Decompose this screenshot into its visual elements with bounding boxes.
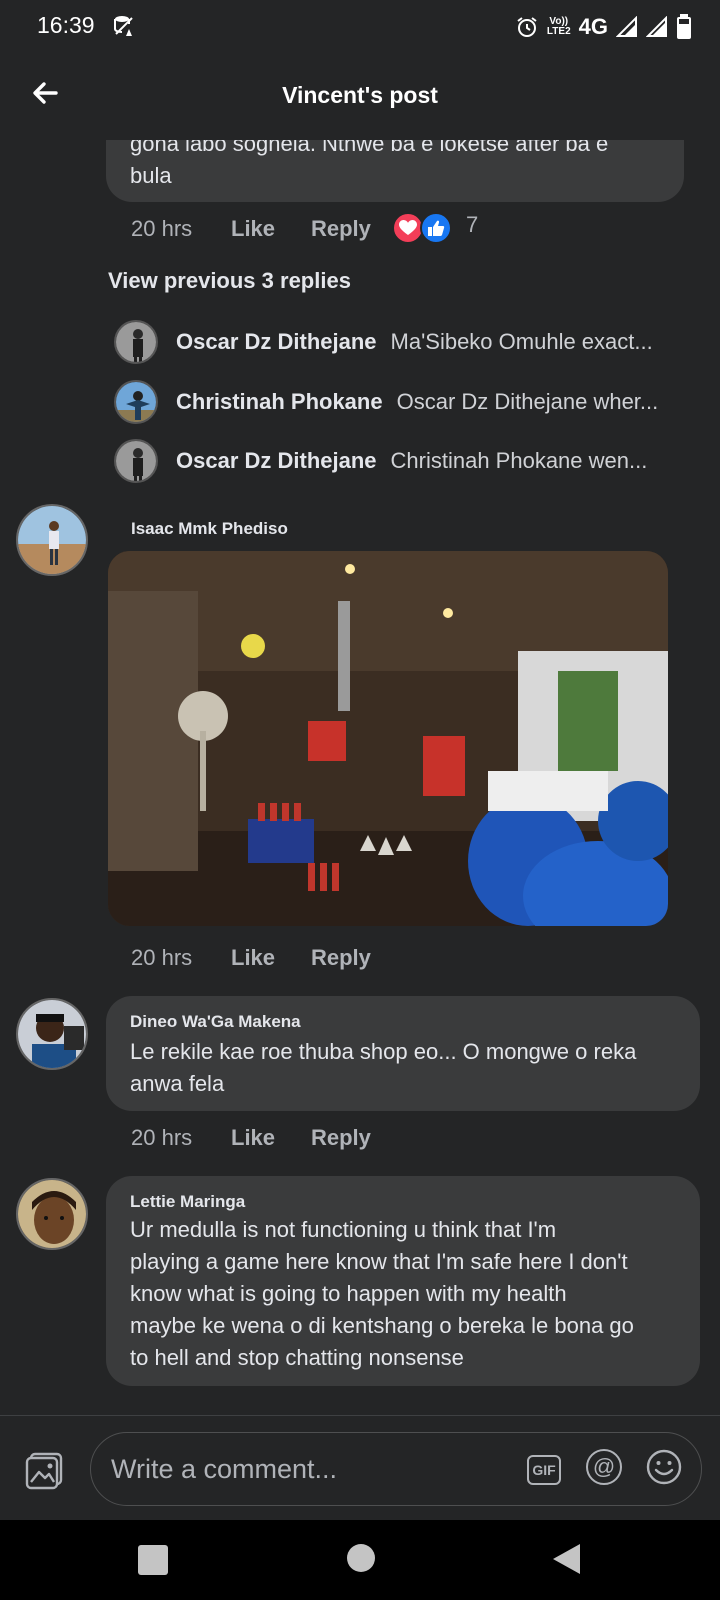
- comments-feed[interactable]: gona labo sognela. Nthwe ba e loketse af…: [0, 140, 720, 1415]
- comment-author[interactable]: Isaac Mmk Phediso: [131, 519, 288, 539]
- recents-icon[interactable]: [138, 1545, 168, 1575]
- signal-icon: [646, 16, 667, 37]
- alarm-icon: [517, 17, 537, 37]
- reply-snippet: Ma'Sibeko Omuhle exact...: [390, 329, 653, 354]
- comment-text-line: to hell and stop chatting nonsense: [130, 1345, 464, 1370]
- reply-button[interactable]: Reply: [311, 1125, 371, 1151]
- comment-text-line: Ur medulla is not functioning u think th…: [130, 1217, 557, 1242]
- photo-icon[interactable]: [25, 1452, 63, 1490]
- comment-actions: 20 hrs Like Reply: [131, 1123, 371, 1153]
- comment-input[interactable]: Write a comment... GIF @: [90, 1432, 702, 1506]
- like-button[interactable]: Like: [231, 216, 311, 242]
- reply-author[interactable]: Oscar Dz Dithejane: [176, 448, 377, 474]
- like-reaction-icon: [420, 212, 452, 244]
- status-icons: Vo)) LTE2 4G: [515, 12, 692, 42]
- data-saver-icon: [114, 16, 133, 36]
- comment-text-line: Le rekile kae roe thuba shop eo... O mon…: [130, 1039, 637, 1064]
- reply-row[interactable]: Christinah Phokane Oscar Dz Dithejane wh…: [114, 380, 714, 424]
- comment-composer: Write a comment... GIF @: [0, 1415, 720, 1520]
- comment-text-line: bula: [130, 163, 172, 188]
- reply-snippet: Oscar Dz Dithejane wher...: [396, 389, 659, 414]
- like-button[interactable]: Like: [231, 1125, 311, 1151]
- comment-author[interactable]: Dineo Wa'Ga Makena: [130, 1012, 301, 1032]
- system-nav-bar: [0, 1520, 720, 1600]
- reaction-icons[interactable]: [392, 212, 454, 246]
- reply-button[interactable]: Reply: [311, 945, 371, 971]
- avatar[interactable]: [114, 320, 158, 364]
- comment-text-line: playing a game here know that I'm safe h…: [130, 1249, 628, 1274]
- comment-time: 20 hrs: [131, 945, 193, 970]
- comment-placeholder: Write a comment...: [111, 1454, 338, 1484]
- back-icon[interactable]: [550, 1542, 582, 1576]
- comment-text-line: know what is going to happen with my hea…: [130, 1281, 567, 1306]
- mention-icon[interactable]: @: [586, 1449, 622, 1485]
- network-type: 4G: [578, 14, 608, 39]
- comment-photo[interactable]: [108, 551, 668, 926]
- comment-bubble[interactable]: gona labo sognela. Nthwe ba e loketse af…: [106, 140, 684, 202]
- volte-indicator: Vo)) LTE2: [546, 16, 571, 37]
- comment-actions: 20 hrs Like Reply: [131, 943, 371, 973]
- reply-author[interactable]: Oscar Dz Dithejane: [176, 329, 377, 355]
- avatar[interactable]: [114, 380, 158, 424]
- reply-author[interactable]: Christinah Phokane: [176, 389, 383, 415]
- home-icon[interactable]: [347, 1544, 375, 1572]
- comment-time: 20 hrs: [131, 216, 193, 241]
- reply-button[interactable]: Reply: [311, 216, 371, 242]
- comment-time: 20 hrs: [131, 1125, 193, 1150]
- avatar[interactable]: [114, 439, 158, 483]
- page-title: Vincent's post: [282, 82, 438, 108]
- status-bar: 16:39 Vo)) LTE2 4G: [0, 0, 720, 56]
- app-header: Vincent's post: [0, 56, 720, 140]
- comment-author[interactable]: Lettie Maringa: [130, 1192, 245, 1212]
- gif-icon[interactable]: GIF: [527, 1455, 561, 1485]
- avatar[interactable]: [16, 998, 88, 1070]
- battery-icon: [677, 14, 691, 39]
- signal-icon: [616, 16, 637, 37]
- comment-text-line: gona labo sognela. Nthwe ba e loketse af…: [130, 140, 609, 156]
- comment-actions: 20 hrs Like Reply: [131, 214, 371, 244]
- reply-snippet: Christinah Phokane wen...: [390, 448, 648, 473]
- comment-bubble[interactable]: Lettie Maringa Ur medulla is not functio…: [106, 1176, 700, 1386]
- comment-text-line: anwa fela: [130, 1071, 225, 1096]
- reply-row[interactable]: Oscar Dz Dithejane Christinah Phokane we…: [114, 439, 714, 483]
- avatar[interactable]: [16, 504, 88, 576]
- view-previous-replies-link[interactable]: View previous 3 replies: [108, 268, 351, 294]
- emoji-icon[interactable]: [646, 1449, 682, 1485]
- like-button[interactable]: Like: [231, 945, 311, 971]
- reaction-count[interactable]: 7: [466, 212, 478, 238]
- comment-text-line: maybe ke wena o di kentshang o bereka le…: [130, 1313, 634, 1338]
- avatar[interactable]: [16, 1178, 88, 1250]
- reply-row[interactable]: Oscar Dz Dithejane Ma'Sibeko Omuhle exac…: [114, 320, 714, 364]
- status-time: 16:39: [37, 12, 95, 38]
- comment-bubble[interactable]: Dineo Wa'Ga Makena Le rekile kae roe thu…: [106, 996, 700, 1111]
